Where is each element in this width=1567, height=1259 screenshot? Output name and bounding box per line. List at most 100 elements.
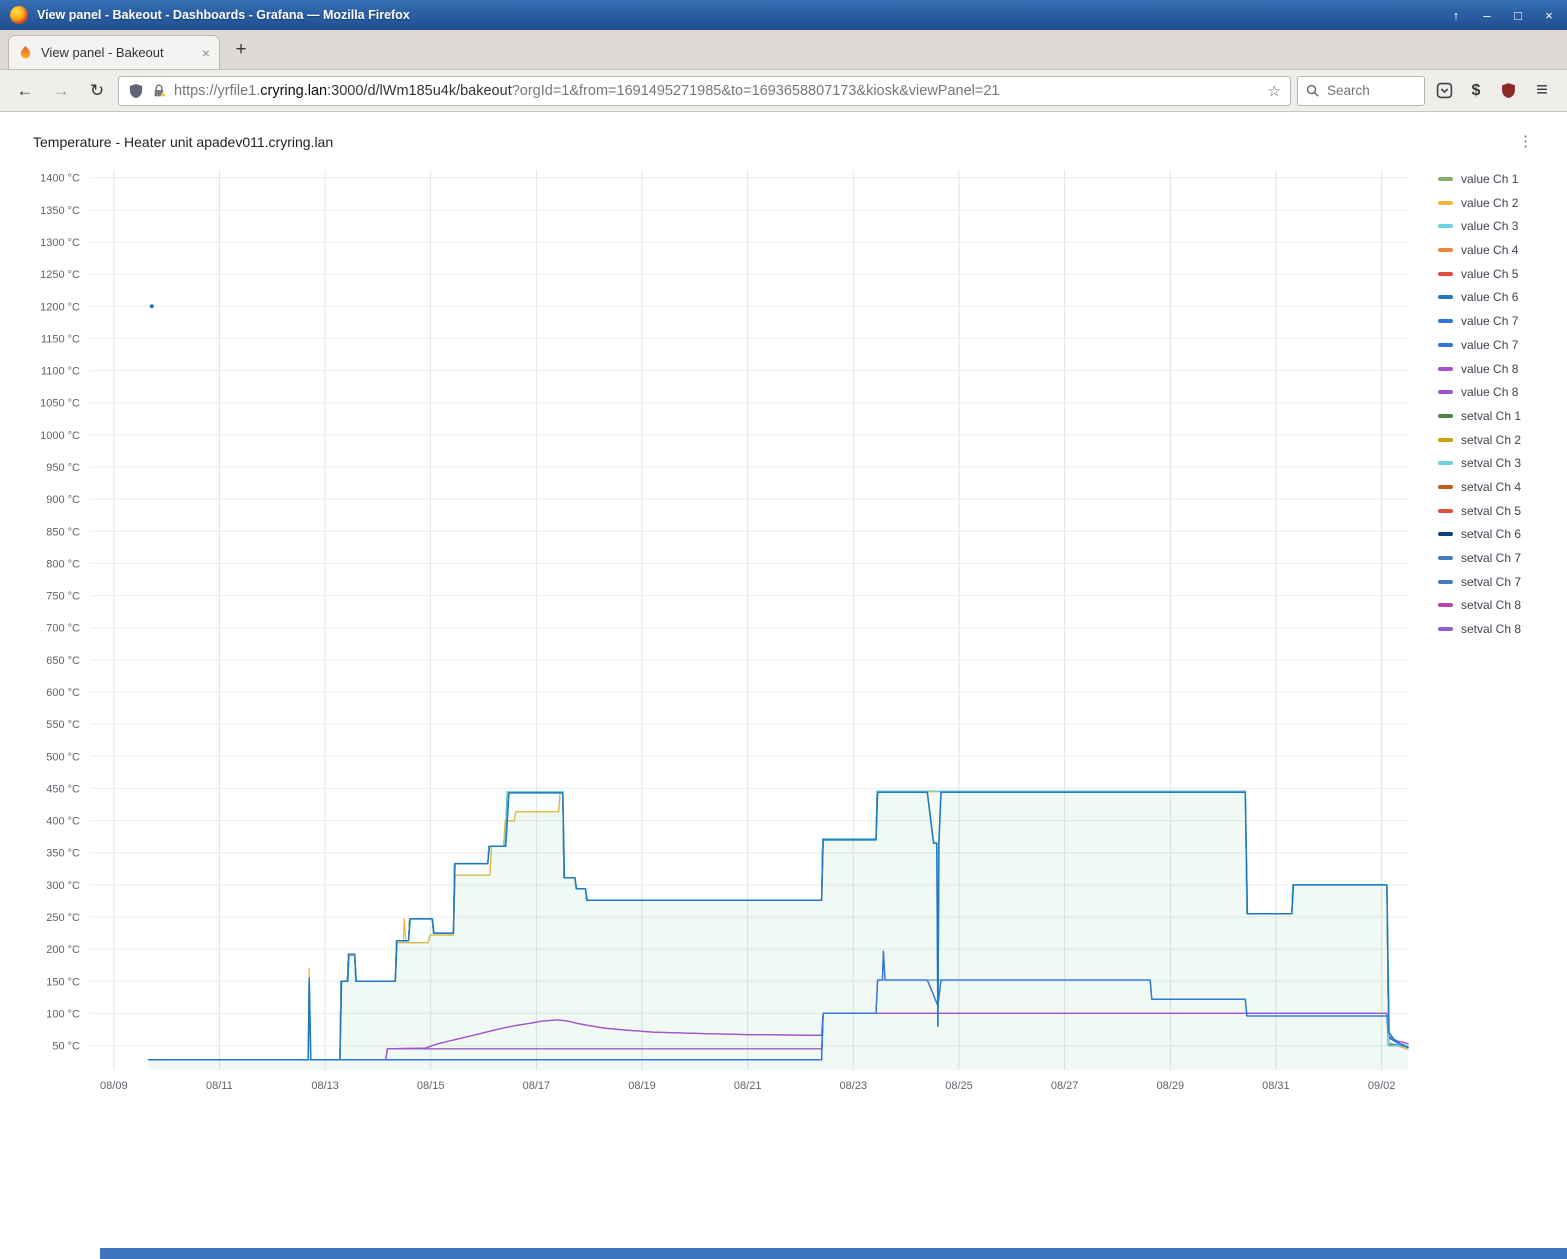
legend-item[interactable]: value Ch 5 [1438,267,1557,281]
legend-item[interactable]: value Ch 8 [1438,385,1557,399]
legend-item[interactable]: setval Ch 8 [1438,622,1557,636]
ublock-origin-icon[interactable] [1495,78,1521,104]
legend-swatch [1438,367,1453,371]
y-tick-label: 1100 °C [41,366,80,378]
temperature-chart[interactable]: 50 °C100 °C150 °C200 °C250 °C300 °C350 °… [22,160,1412,1098]
legend-item[interactable]: value Ch 7 [1438,314,1557,328]
x-tick-label: 08/09 [100,1080,128,1092]
menu-hamburger-icon[interactable]: ≡ [1527,76,1557,106]
bookmark-star-icon[interactable]: ☆ [1268,82,1281,100]
legend-item[interactable]: value Ch 1 [1438,172,1557,186]
tracking-protection-shield-icon[interactable] [128,83,144,99]
x-tick-label: 08/25 [945,1080,973,1092]
y-tick-label: 900 °C [46,494,80,506]
browser-tab-view-panel[interactable]: View panel - Bakeout × [8,35,220,69]
x-tick-label: 08/23 [840,1080,868,1092]
x-tick-label: 09/02 [1368,1080,1396,1092]
legend-item[interactable]: value Ch 6 [1438,290,1557,304]
y-tick-label: 1350 °C [40,205,80,217]
y-tick-label: 1300 °C [40,237,80,249]
tab-close-icon[interactable]: × [202,46,210,60]
forward-button[interactable]: → [46,76,76,106]
new-tab-button[interactable]: + [226,35,256,65]
x-tick-label: 08/21 [734,1080,762,1092]
legend-item[interactable]: setval Ch 4 [1438,480,1557,494]
search-input[interactable] [1325,82,1405,99]
x-tick-label: 08/29 [1157,1080,1185,1092]
firefox-icon [10,6,28,24]
pocket-icon[interactable] [1431,78,1457,104]
panel-header: Temperature - Heater unit apadev011.cryr… [0,124,1567,160]
legend-item[interactable]: setval Ch 8 [1438,598,1557,612]
legend-item[interactable]: setval Ch 7 [1438,551,1557,565]
panel-body: 50 °C100 °C150 °C200 °C250 °C300 °C350 °… [0,160,1567,1098]
x-tick-label: 08/15 [417,1080,445,1092]
y-tick-label: 550 °C [46,719,80,731]
legend-label: setval Ch 6 [1461,527,1521,541]
legend-item[interactable]: value Ch 8 [1438,362,1557,376]
panel-menu-kebab-icon[interactable]: ⋮ [1512,128,1539,154]
y-tick-label: 800 °C [46,558,80,570]
chart-legend: value Ch 1 value Ch 2 value Ch 3 value Ch 4… [1412,160,1557,1098]
legend-item[interactable]: setval Ch 7 [1438,575,1557,589]
legend-swatch [1438,627,1453,631]
legend-label: setval Ch 7 [1461,551,1521,565]
bottom-strip [100,1248,1567,1259]
legend-label: setval Ch 3 [1461,456,1521,470]
legend-item[interactable]: setval Ch 5 [1438,504,1557,518]
window-maximize-button[interactable]: □ [1510,9,1526,22]
window-titlebar: View panel - Bakeout - Dashboards - Graf… [0,0,1567,30]
legend-label: setval Ch 8 [1461,598,1521,612]
x-tick-label: 08/31 [1262,1080,1290,1092]
legend-swatch [1438,248,1453,252]
legend-label: value Ch 1 [1461,172,1518,186]
y-tick-label: 1050 °C [40,398,80,410]
legend-item[interactable]: value Ch 2 [1438,196,1557,210]
legend-item[interactable]: setval Ch 1 [1438,409,1557,423]
legend-label: value Ch 2 [1461,196,1518,210]
back-button[interactable]: ← [10,76,40,106]
legend-swatch [1438,343,1453,347]
legend-swatch [1438,556,1453,560]
window-minimize-button[interactable]: – [1479,9,1495,22]
lock-warning-icon[interactable] [151,83,167,99]
x-tick-label: 08/17 [523,1080,551,1092]
y-tick-label: 450 °C [46,783,80,795]
url-domain: cryring.lan [260,83,327,99]
legend-swatch [1438,509,1453,513]
legend-label: setval Ch 5 [1461,504,1521,518]
window-restore-button[interactable]: ↑ [1448,9,1464,22]
window-close-button[interactable]: × [1541,9,1557,22]
y-tick-label: 1250 °C [40,269,80,281]
url-bar[interactable]: https://yrfile1.cryring.lan:3000/d/lWm18… [118,76,1291,106]
reload-button[interactable]: ↻ [82,76,112,106]
y-tick-label: 1000 °C [40,430,80,442]
extension-dollar-icon[interactable]: $ [1463,78,1489,104]
window-title: View panel - Bakeout - Dashboards - Graf… [37,8,410,22]
legend-swatch [1438,414,1453,418]
legend-item[interactable]: value Ch 7 [1438,338,1557,352]
y-tick-label: 950 °C [46,462,80,474]
legend-item[interactable]: value Ch 4 [1438,243,1557,257]
legend-label: value Ch 6 [1461,290,1518,304]
legend-item[interactable]: setval Ch 6 [1438,527,1557,541]
legend-item[interactable]: setval Ch 2 [1438,433,1557,447]
legend-swatch [1438,319,1453,323]
y-tick-label: 400 °C [46,816,80,828]
y-tick-label: 150 °C [46,976,80,988]
y-tick-label: 700 °C [46,623,80,635]
legend-item[interactable]: setval Ch 3 [1438,456,1557,470]
y-tick-label: 100 °C [46,1008,80,1020]
legend-swatch [1438,580,1453,584]
legend-swatch [1438,177,1453,181]
url-query: ?orgId=1&from=1691495271985&to=169365880… [512,83,1000,99]
legend-swatch [1438,201,1453,205]
legend-swatch [1438,603,1453,607]
search-box[interactable] [1297,76,1425,106]
browser-window: View panel - Bakeout - Dashboards - Graf… [0,0,1567,1259]
legend-label: value Ch 4 [1461,243,1518,257]
legend-item[interactable]: value Ch 3 [1438,219,1557,233]
series-fill [149,792,1408,1070]
grafana-icon [18,45,33,60]
legend-label: value Ch 8 [1461,385,1518,399]
